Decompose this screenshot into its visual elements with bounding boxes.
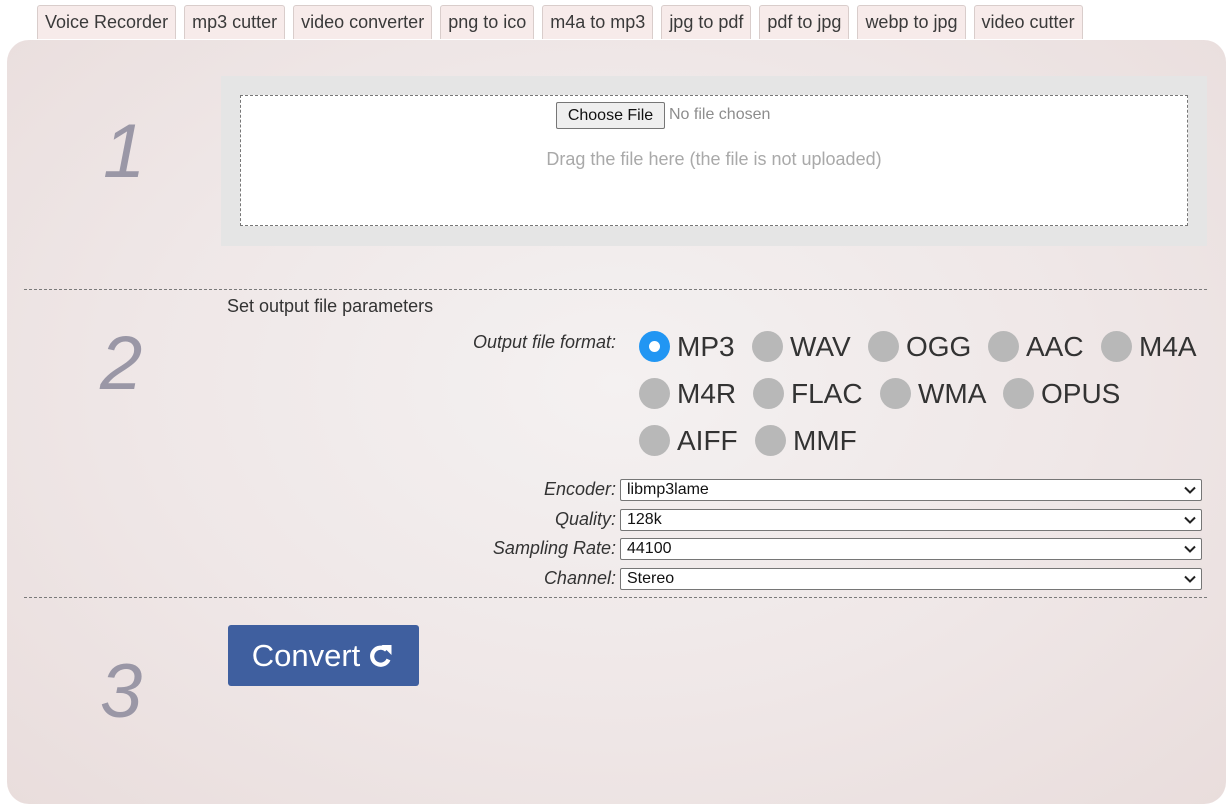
channel-value: Stereo <box>627 570 675 587</box>
format-label-m4r: M4R <box>677 377 737 409</box>
format-radio-mmf[interactable]: MMF <box>755 425 857 456</box>
format-radio-wav[interactable]: WAV <box>752 331 851 362</box>
quality-select[interactable]: 128k <box>620 509 1202 531</box>
format-radio-aac[interactable]: AAC <box>988 331 1084 362</box>
format-label-flac: FLAC <box>791 377 863 409</box>
encoder-value: libmp3lame <box>627 481 709 498</box>
converter-tabs: Voice Recorder mp3 cutter video converte… <box>37 5 1091 39</box>
tab-png-to-ico[interactable]: png to ico <box>440 5 535 39</box>
format-radio-ogg[interactable]: OGG <box>868 331 971 362</box>
params-title: Set output file parameters <box>227 296 434 316</box>
convert-button[interactable]: Convert <box>228 625 419 686</box>
radio-unselected-icon <box>755 425 786 456</box>
tab-video-converter[interactable]: video converter <box>293 5 433 39</box>
sampling-rate-label: Sampling Rate: <box>492 538 616 558</box>
radio-unselected-icon <box>868 331 899 362</box>
format-label-ogg: OGG <box>906 330 972 362</box>
encoder-select[interactable]: libmp3lame <box>620 479 1202 501</box>
drag-hint-text: Drag the file here (the file is not uplo… <box>546 149 882 169</box>
tab-jpg-to-pdf[interactable]: jpg to pdf <box>661 5 752 39</box>
step-number-3: 3 <box>100 649 143 734</box>
sampling-rate-select[interactable]: 44100 <box>620 538 1202 560</box>
tab-webp-to-jpg[interactable]: webp to jpg <box>857 5 966 39</box>
format-label-aiff: AIFF <box>677 424 738 456</box>
format-radio-mp3[interactable]: MP3 <box>639 331 735 362</box>
format-label-wma: WMA <box>918 377 987 409</box>
quality-label: Quality: <box>554 509 616 529</box>
radio-unselected-icon <box>1101 331 1132 362</box>
step-divider <box>24 289 1207 290</box>
radio-unselected-icon <box>988 331 1019 362</box>
output-format-label: Output file format: <box>472 332 616 352</box>
convert-label: Convert <box>251 637 361 673</box>
radio-unselected-icon <box>880 378 911 409</box>
channel-label: Channel: <box>543 568 616 588</box>
step-number-1: 1 <box>103 109 146 194</box>
format-radio-wma[interactable]: WMA <box>880 378 986 409</box>
refresh-icon <box>370 644 392 667</box>
chevron-down-icon <box>1184 516 1196 524</box>
choose-file-button[interactable]: Choose File <box>556 102 665 129</box>
tab-voice-recorder[interactable]: Voice Recorder <box>37 5 177 39</box>
format-label-mp3: MP3 <box>677 330 735 362</box>
format-label-m4a: M4A <box>1139 330 1197 362</box>
format-label-wav: WAV <box>790 330 851 362</box>
tab-mp3-cutter[interactable]: mp3 cutter <box>184 5 286 39</box>
chevron-down-icon <box>1184 486 1196 494</box>
encoder-label: Encoder: <box>543 479 616 499</box>
file-status-text: No file chosen <box>669 106 771 123</box>
radio-unselected-icon <box>1003 378 1034 409</box>
format-label-aac: AAC <box>1026 330 1084 362</box>
tab-pdf-to-jpg[interactable]: pdf to jpg <box>759 5 850 39</box>
radio-unselected-icon <box>752 331 783 362</box>
step-divider <box>24 597 1207 598</box>
format-radio-aiff[interactable]: AIFF <box>639 425 738 456</box>
format-radio-flac[interactable]: FLAC <box>753 378 863 409</box>
chevron-down-icon <box>1184 545 1196 553</box>
sampling-rate-value: 44100 <box>627 540 672 557</box>
format-radio-m4r[interactable]: M4R <box>639 378 736 409</box>
radio-selected-icon <box>639 331 670 362</box>
tab-m4a-to-mp3[interactable]: m4a to mp3 <box>542 5 654 39</box>
chevron-down-icon <box>1184 575 1196 583</box>
format-radio-m4a[interactable]: M4A <box>1101 331 1197 362</box>
format-radio-opus[interactable]: OPUS <box>1003 378 1120 409</box>
format-label-mmf: MMF <box>793 424 857 456</box>
format-label-opus: OPUS <box>1041 377 1121 409</box>
radio-unselected-icon <box>639 425 670 456</box>
quality-value: 128k <box>627 511 662 528</box>
channel-select[interactable]: Stereo <box>620 568 1202 590</box>
radio-unselected-icon <box>753 378 784 409</box>
tab-video-cutter[interactable]: video cutter <box>973 5 1083 39</box>
radio-unselected-icon <box>639 378 670 409</box>
step-number-2: 2 <box>100 321 143 406</box>
